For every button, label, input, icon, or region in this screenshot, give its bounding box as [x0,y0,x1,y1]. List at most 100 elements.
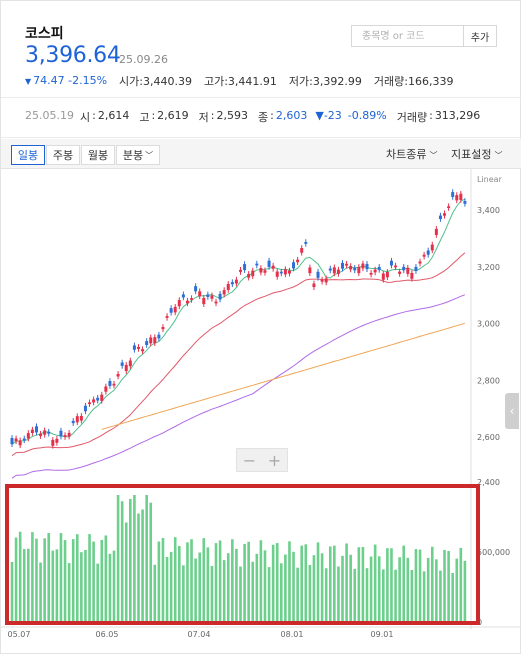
candle[interactable] [369,272,373,275]
candle[interactable] [279,271,283,274]
candle[interactable] [145,341,149,345]
candle[interactable] [304,242,308,244]
candle[interactable] [389,260,393,266]
candle[interactable] [165,316,169,318]
candle[interactable] [357,266,361,274]
zoom-out-button[interactable]: − [243,451,256,470]
tab-minute[interactable]: 분봉 ﹀ [116,145,160,165]
tab-monthly[interactable]: 월봉 [81,145,115,165]
candle[interactable] [438,215,442,219]
candle[interactable] [181,294,185,298]
candle[interactable] [210,295,214,299]
candle[interactable] [10,437,14,445]
candle[interactable] [169,308,173,313]
candle[interactable] [132,345,136,350]
candle[interactable] [55,438,59,443]
candle[interactable] [414,266,418,271]
candle[interactable] [292,262,296,269]
candle[interactable] [153,337,157,344]
candle[interactable] [308,267,312,274]
candle[interactable] [243,264,247,271]
candle[interactable] [353,267,357,271]
candle[interactable] [96,397,100,401]
candle[interactable] [230,282,234,285]
candle[interactable] [402,266,406,271]
indicator-settings-dropdown[interactable]: 지표설정 ﹀ [451,146,502,162]
candle[interactable] [316,271,320,278]
candle[interactable] [455,195,459,201]
candle[interactable] [39,433,43,437]
candle[interactable] [157,334,161,339]
candle[interactable] [332,267,336,274]
candle[interactable] [177,300,181,307]
candle[interactable] [108,380,112,386]
candle[interactable] [312,283,316,288]
candle[interactable] [75,416,79,423]
candle[interactable] [422,254,426,257]
add-button[interactable]: 추가 [463,25,497,47]
candle[interactable] [377,266,381,270]
candle[interactable] [287,270,291,274]
candle[interactable] [381,273,385,280]
candle[interactable] [247,273,251,278]
candle[interactable] [430,244,434,251]
candle[interactable] [451,192,455,197]
candle[interactable] [320,279,324,282]
chart-type-dropdown[interactable]: 차트종류 ﹀ [386,146,437,162]
candle[interactable] [161,326,165,330]
candle[interactable] [345,263,349,266]
candle[interactable] [385,271,389,278]
candle[interactable] [136,346,140,349]
candle[interactable] [104,386,108,392]
candle[interactable] [434,228,438,235]
chart-area[interactable]: Linear 2,600 2,800 3,000 3,200 3,400 500,000 0 2… [1,169,521,654]
candle[interactable] [194,286,198,292]
candle[interactable] [275,271,279,277]
candle[interactable] [173,306,177,313]
candle[interactable] [206,294,210,297]
side-panel-handle[interactable]: ‹ [505,393,519,429]
candle[interactable] [234,279,238,284]
candle[interactable] [459,193,463,200]
candle[interactable] [128,360,132,367]
candle[interactable] [426,250,430,255]
candle[interactable] [18,440,22,446]
candle[interactable] [100,394,104,401]
tab-daily[interactable]: 일봉 [11,145,45,165]
candle[interactable] [30,429,34,434]
candle[interactable] [26,433,30,439]
candle[interactable] [239,269,242,272]
candle[interactable] [83,405,87,412]
candle[interactable] [418,261,422,264]
candle[interactable] [120,362,124,366]
candle[interactable] [79,415,83,421]
candle[interactable] [373,269,377,273]
candle[interactable] [259,267,263,273]
candle[interactable] [63,435,67,438]
chart-svg[interactable]: Linear 2,600 2,800 3,000 3,200 3,400 500,000 0 2… [1,169,521,654]
candle[interactable] [149,337,153,344]
candle[interactable] [47,431,51,434]
candle[interactable] [271,265,275,269]
candle[interactable] [34,426,38,433]
candle[interactable] [124,364,128,372]
candle[interactable] [59,430,63,437]
candle[interactable] [394,265,398,268]
candle[interactable] [443,213,447,216]
candle[interactable] [112,383,116,386]
candle[interactable] [67,432,71,437]
candle[interactable] [463,201,467,204]
candle[interactable] [92,399,96,403]
candle[interactable] [88,402,92,405]
candle[interactable] [214,301,218,304]
candle[interactable] [226,283,230,290]
search-input[interactable] [351,25,464,47]
candle[interactable] [410,272,414,279]
candle[interactable] [324,278,328,283]
candle[interactable] [328,268,332,271]
candle[interactable] [447,206,451,209]
candle[interactable] [406,267,410,274]
candle[interactable] [116,373,120,377]
candle[interactable] [22,438,26,441]
candle[interactable] [202,297,206,305]
